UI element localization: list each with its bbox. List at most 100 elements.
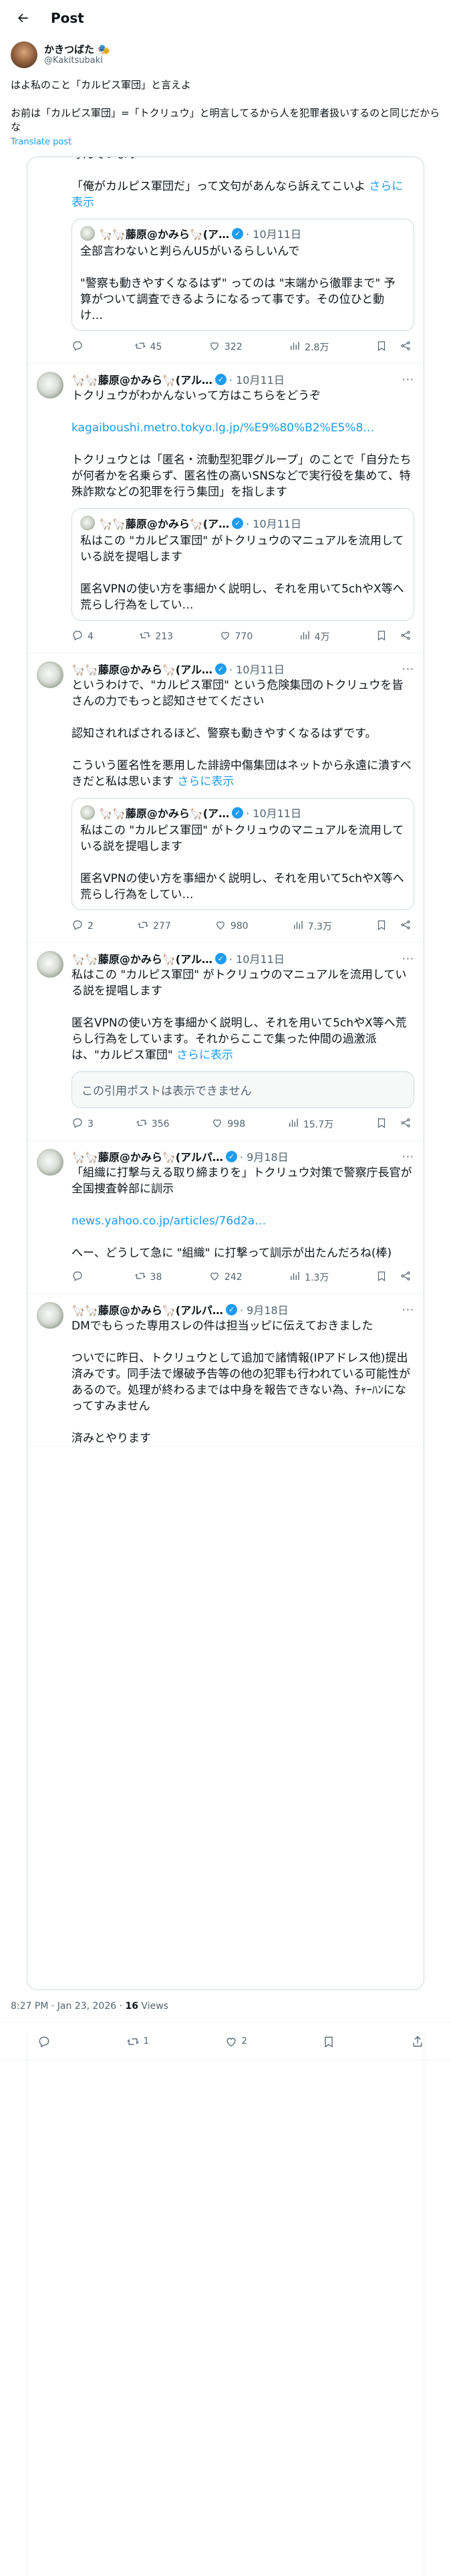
reply-count: 3 (88, 1119, 94, 1130)
like-button[interactable]: 322 (208, 340, 243, 354)
thread-post-body: あくまで「匿名で犯罪行為を繰り返す集団」に対する名称なので。私は "カルピス軍団… (71, 157, 414, 363)
show-more-link[interactable]: さらに表示 (176, 1049, 233, 1062)
views-button[interactable]: 15.7万 (287, 1117, 333, 1132)
thread-post-body: 🦙🦙藤原@かみら🦙(アル… ✓ · 10月11日 ··· というわけで、"カルピス軍団"… (71, 661, 414, 942)
text-run: トクリュウがわかんないって方はこちらをどうぞ (71, 389, 321, 403)
avatar[interactable] (11, 41, 37, 68)
quoted-post[interactable]: 🦙🦙藤原@かみら🦙(ア… ✓ · 10月11日 全部言わないと判らんU5がいるらしいん… (71, 219, 414, 331)
views-icon (289, 340, 301, 354)
reply-button[interactable]: 2 (71, 919, 94, 934)
text-paragraph: kagaiboushi.metro.tokyo.lg.jp/%E9%80%B2%… (71, 420, 414, 436)
back-arrow-icon[interactable] (11, 6, 35, 30)
post-date: · 10月11日 (246, 807, 301, 820)
show-more-link[interactable]: さらに表示 (177, 775, 234, 788)
author-name[interactable]: 🦙🦙藤原@かみら🦙(アルパ… (71, 1301, 223, 1317)
author-name[interactable]: 🦙🦙藤原@かみら🦙(アル… (71, 661, 212, 677)
external-link[interactable]: news.yahoo.co.jp/articles/76d2a… (71, 1214, 266, 1228)
text-run: あくまで「匿名で犯罪行為を繰り返す集団」に対する名称なので。私は "カルピス軍団… (71, 157, 414, 161)
repost-button[interactable]: 356 (136, 1117, 170, 1132)
thread-post-row: 🦙🦙藤原@かみら🦙(アルパ… ✓ · 9月18日 ··· DMでもらった専用スレの件は担… (37, 1302, 414, 1446)
reply-button[interactable]: 3 (71, 1117, 94, 1132)
views-button[interactable]: 7.3万 (292, 919, 332, 934)
more-options-icon[interactable]: ··· (402, 663, 414, 675)
views-button[interactable]: 2.8万 (289, 340, 329, 354)
avatar-column (37, 1149, 71, 1293)
text-paragraph: 済みとやります (71, 1430, 414, 1446)
avatar[interactable] (37, 661, 63, 688)
like-count: 770 (235, 631, 253, 642)
thread-post[interactable]: 🦙🦙藤原@かみら🦙(アル… ✓ · 10月11日 ··· トクリュウがわかんないって方は… (27, 364, 424, 653)
text-paragraph: ついでに昨日、トクリュウとして追加で諸情報(IPアドレス他)提出済みです。同手法… (71, 1350, 414, 1414)
avatar-column (37, 157, 71, 363)
post-date[interactable]: · 10月11日 (229, 950, 285, 966)
reply-button[interactable]: 4 (71, 629, 94, 644)
reply-button[interactable] (71, 340, 88, 354)
avatar[interactable] (37, 1302, 63, 1329)
reply-button[interactable] (71, 1270, 88, 1285)
thread-post-row: 🦙🦙藤原@かみら🦙(アル… ✓ · 10月11日 ··· トクリュウがわかんないって方は… (37, 372, 414, 653)
external-link[interactable]: kagaiboushi.metro.tokyo.lg.jp/%E9%80%B2%… (71, 421, 374, 435)
thread-post-header: 🦙🦙藤原@かみら🦙(アルパ… ✓ · 9月18日 ··· (71, 1149, 414, 1164)
like-count: 242 (224, 1272, 243, 1283)
share-icon[interactable] (400, 629, 412, 644)
like-button[interactable]: 770 (219, 629, 253, 644)
post-date[interactable]: · 10月11日 (229, 661, 285, 677)
views-button[interactable]: 1.3万 (289, 1270, 329, 1285)
quoted-post[interactable]: 🦙🦙藤原@かみら🦙(ア… ✓ · 10月11日 私はこの "カルピス軍団" がトクリュ… (71, 798, 414, 910)
text-paragraph: news.yahoo.co.jp/articles/76d2a… (71, 1213, 414, 1229)
share-icon[interactable] (400, 1270, 412, 1285)
thread-post-header: 🦙🦙藤原@かみら🦙(アル… ✓ · 10月11日 ··· (71, 951, 414, 966)
quoted-thread[interactable]: あくまで「匿名で犯罪行為を繰り返す集団」に対する名称なので。私は "カルピス軍団… (27, 156, 424, 1990)
share-icon[interactable] (400, 340, 412, 354)
like-button[interactable]: 980 (214, 919, 249, 934)
thread-post[interactable]: あくまで「匿名で犯罪行為を繰り返す集団」に対する名称なので。私は "カルピス軍団… (27, 157, 424, 364)
share-icon[interactable] (400, 1117, 412, 1132)
repost-button[interactable]: 277 (137, 919, 171, 934)
text-paragraph: DMでもらった専用スレの件は担当ッピに伝えておきました (71, 1318, 414, 1334)
repost-button[interactable]: 38 (134, 1270, 162, 1285)
views-icon (289, 1270, 301, 1285)
views-button[interactable]: 4万 (299, 629, 330, 644)
quoted-post-header: 🦙🦙藤原@かみら🦙(ア… ✓ · 10月11日 (80, 805, 406, 820)
like-button[interactable]: 998 (211, 1117, 245, 1132)
repost-button[interactable]: 213 (139, 629, 173, 644)
post-line: はよ私のこと「カルピス軍団」と言えよ (11, 79, 192, 91)
post-date[interactable]: · 9月18日 (240, 1301, 289, 1317)
thread-post[interactable]: 🦙🦙藤原@かみら🦙(アルパ… ✓ · 9月18日 ··· DMでもらった専用スレの件は担… (27, 1294, 424, 1447)
post-date[interactable]: · 10月11日 (229, 371, 285, 387)
bookmark-icon[interactable] (375, 340, 388, 354)
thread-post[interactable]: 🦙🦙藤原@かみら🦙(アル… ✓ · 10月11日 ··· というわけで、"カルピス軍団"… (27, 653, 424, 943)
reply-icon (71, 919, 84, 934)
post-date[interactable]: · 9月18日 (240, 1148, 289, 1164)
thread-post[interactable]: 🦙🦙藤原@かみら🦙(アルパ… ✓ · 9月18日 ··· 「組織に打撃与える取り締まりを… (27, 1141, 424, 1294)
author-name[interactable]: 🦙🦙藤原@かみら🦙(アル… (71, 950, 212, 966)
share-icon[interactable] (400, 919, 412, 934)
bookmark-icon[interactable] (375, 919, 388, 934)
more-options-icon[interactable]: ··· (402, 373, 414, 386)
bookmark-icon[interactable] (375, 1270, 388, 1285)
repost-count: 213 (155, 631, 174, 642)
views-count: 7.3万 (307, 922, 332, 932)
author-handle[interactable]: @Kakitsubaki (44, 56, 110, 66)
author-name[interactable]: 🦙🦙藤原@かみら🦙(アルパ… (71, 1148, 223, 1164)
avatar[interactable] (37, 372, 63, 399)
repost-button[interactable]: 45 (134, 340, 162, 354)
post-timestamp[interactable]: 8:27 PM · Jan 23, 2026 · (11, 2001, 126, 2012)
translate-post-link[interactable]: Translate post (0, 134, 451, 152)
more-options-icon[interactable]: ··· (402, 952, 414, 965)
reply-count: 2 (88, 921, 94, 932)
more-options-icon[interactable]: ··· (402, 1150, 414, 1163)
avatar-column (37, 372, 71, 653)
avatar[interactable] (37, 951, 63, 978)
bookmark-icon[interactable] (375, 629, 388, 644)
page-title: Post (51, 9, 84, 26)
quoted-post[interactable]: 🦙🦙藤原@かみら🦙(ア… ✓ · 10月11日 私はこの "カルピス軍団" がトクリュ… (71, 508, 414, 621)
text-paragraph: 「組織に打撃与える取り締まりを」トクリュウ対策で警察庁長官が全国捜査幹部に訓示 (71, 1165, 414, 1197)
more-options-icon[interactable]: ··· (402, 1303, 414, 1316)
like-button[interactable]: 242 (208, 1270, 243, 1285)
thread-post[interactable]: 🦙🦙藤原@かみら🦙(アル… ✓ · 10月11日 ··· 私はこの "カルピス軍団" が… (27, 943, 424, 1141)
author-name[interactable]: 🦙🦙藤原@かみら🦙(アル… (71, 371, 212, 387)
author-name[interactable]: かきつばた 🎭 (44, 43, 110, 56)
avatar[interactable] (37, 1149, 63, 1176)
bookmark-icon[interactable] (375, 1117, 388, 1132)
